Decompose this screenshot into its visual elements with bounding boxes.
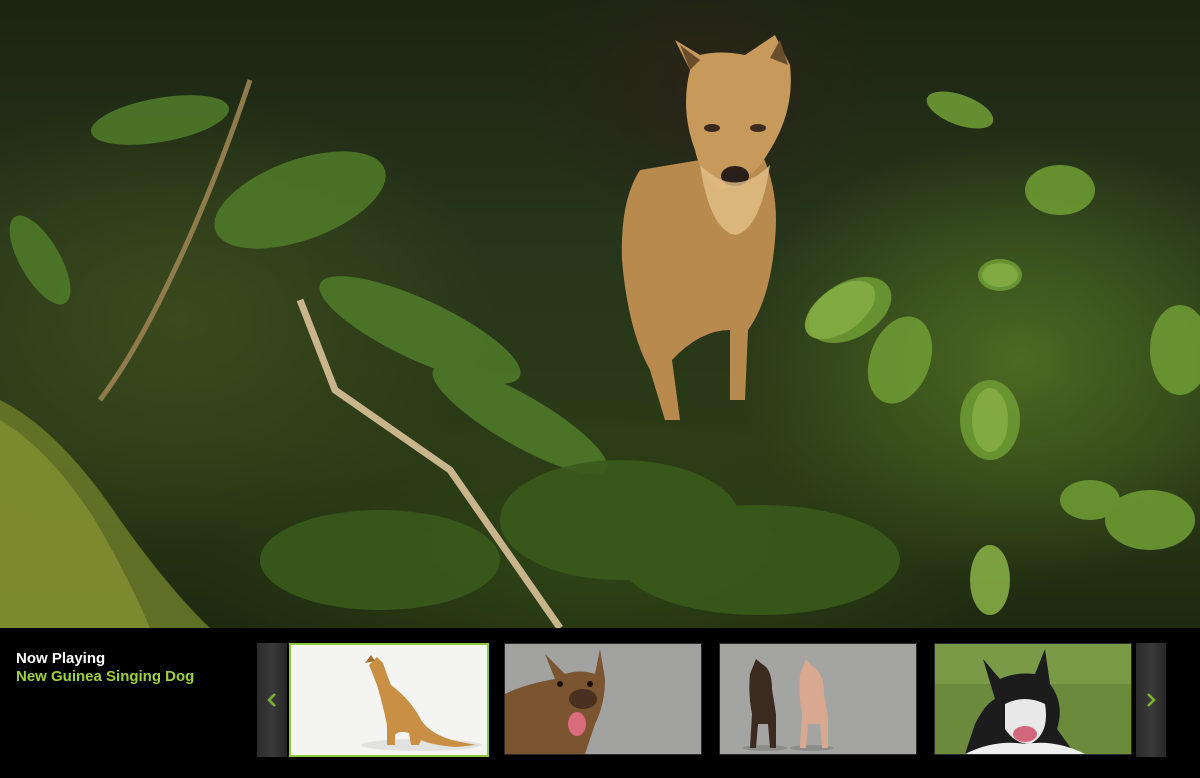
thumbnail-image [720, 644, 916, 754]
chevron-right-icon [1147, 693, 1156, 707]
jungle-scene-image [0, 35, 1200, 628]
thumbnail-image [505, 644, 701, 754]
dog-figure [621, 35, 791, 420]
chevron-left-icon [267, 693, 276, 707]
video-player: Now Playing New Guinea Singing Dog [0, 0, 1200, 778]
now-playing-label: Now Playing [16, 650, 106, 667]
video-frame[interactable] [0, 0, 1200, 628]
thumbnail-dog-panting-portrait[interactable] [504, 643, 702, 755]
carousel-next-button[interactable] [1136, 643, 1166, 757]
playlist-bar: Now Playing New Guinea Singing Dog [0, 628, 1200, 778]
thumbnail-image [291, 645, 487, 755]
now-playing-title: New Guinea Singing Dog [16, 668, 195, 685]
thumbnail-singing-dog-howling[interactable] [289, 643, 489, 757]
now-playing-info: Now Playing New Guinea Singing Dog [16, 650, 226, 686]
thumbnail-two-dogs-standing[interactable] [719, 643, 917, 755]
thumbnail-image [935, 644, 1131, 754]
carousel-prev-button[interactable] [257, 643, 287, 757]
thumbnail-black-white-dog-on-grass[interactable] [934, 643, 1132, 755]
